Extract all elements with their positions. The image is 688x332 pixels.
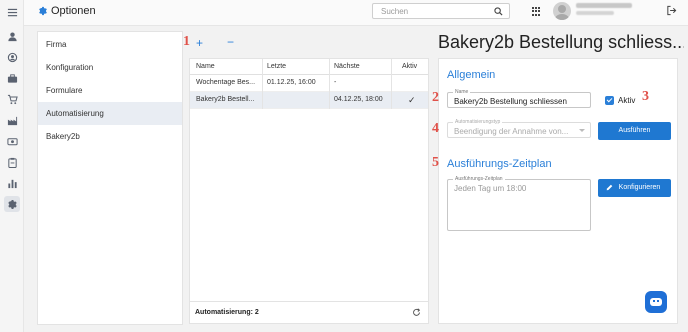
chatbot-icon[interactable] xyxy=(645,291,667,313)
cell-next: 04.12.25, 18:00 xyxy=(334,96,383,103)
user-company-blurred xyxy=(576,11,614,15)
option-automatisierung[interactable]: Automatisierung xyxy=(38,102,182,125)
annotation-marker-5: 5 xyxy=(432,155,439,170)
column-header-active[interactable]: Aktiv xyxy=(398,59,428,75)
cell-name: Wochentage Bes... xyxy=(196,79,256,86)
top-bar: Optionen xyxy=(24,0,688,26)
pencil-icon xyxy=(606,184,613,191)
left-rail xyxy=(0,0,24,332)
briefcase-icon[interactable] xyxy=(6,72,18,84)
section-schedule: Ausführungs-Zeitplan xyxy=(447,158,552,170)
remove-button[interactable]: − xyxy=(227,36,234,48)
factory-icon[interactable] xyxy=(6,114,18,126)
table-row[interactable]: Wochentage Bes... 01.12.25, 16:00 - xyxy=(190,75,428,92)
options-list: Firma Konfiguration Formulare Automatisi… xyxy=(37,31,183,325)
refresh-icon[interactable] xyxy=(412,308,421,317)
cell-active xyxy=(404,75,428,91)
active-checkbox[interactable] xyxy=(605,96,614,105)
column-divider xyxy=(391,59,392,109)
app-title: Optionen xyxy=(51,5,96,17)
bar-chart-icon[interactable] xyxy=(6,177,18,189)
annotation-marker-4: 4 xyxy=(432,121,439,136)
add-button[interactable]: + xyxy=(196,37,203,49)
automation-type-value: Beendigung der Annahme von... xyxy=(454,127,569,136)
cart-icon[interactable] xyxy=(6,93,18,105)
column-header-last[interactable]: Letzte xyxy=(263,59,329,75)
cash-icon[interactable] xyxy=(6,135,18,147)
search-box[interactable] xyxy=(372,3,510,19)
search-icon[interactable] xyxy=(494,7,503,16)
section-general: Allgemein xyxy=(447,69,496,81)
annotation-marker-2: 2 xyxy=(432,90,439,105)
page-title: Bakery2b Bestellung schliess... xyxy=(438,32,684,52)
cell-next: - xyxy=(334,79,337,86)
active-label: Aktiv xyxy=(618,96,636,105)
configure-label: Konfigurieren xyxy=(618,184,661,191)
user-name-blurred xyxy=(576,3,632,8)
name-label: Name xyxy=(453,89,471,95)
column-header-name[interactable]: Name xyxy=(192,59,262,75)
name-value[interactable]: Bakery2b Bestellung schliessen xyxy=(454,97,567,106)
configure-button[interactable]: Konfigurieren xyxy=(598,179,671,197)
automation-type-select: Automatisierungstyp Beendigung der Annah… xyxy=(447,119,591,138)
option-firma[interactable]: Firma xyxy=(38,33,182,56)
run-button[interactable]: Ausführen xyxy=(598,122,671,140)
user-icon[interactable] xyxy=(6,30,18,42)
clipboard-icon[interactable] xyxy=(6,156,18,168)
annotation-marker-3: 3 xyxy=(642,89,649,104)
logout-icon[interactable] xyxy=(666,5,677,16)
check-icon: ✓ xyxy=(408,95,416,105)
automation-grid: Name Letzte Nächste Aktiv Wochentage Bes… xyxy=(189,58,429,324)
menu-icon[interactable] xyxy=(6,6,18,18)
annotation-marker-1: 1 xyxy=(183,34,190,49)
schedule-label: Ausführungs-Zeitplan xyxy=(453,176,505,182)
option-bakery2b[interactable]: Bakery2b xyxy=(38,125,182,148)
grid-footer: Automatisierung: 2 xyxy=(190,301,428,323)
chevron-down-icon xyxy=(579,129,585,132)
automation-type-label: Automatisierungstyp xyxy=(453,119,503,125)
schedule-field[interactable]: Ausführungs-Zeitplan Jeden Tag um 18:00 xyxy=(447,176,591,231)
column-header-next[interactable]: Nächste xyxy=(330,59,390,75)
gear-icon xyxy=(38,6,48,16)
name-field[interactable]: Name Bakery2b Bestellung schliessen xyxy=(447,89,591,108)
column-divider xyxy=(262,59,263,109)
cell-last xyxy=(263,92,329,108)
option-formulare[interactable]: Formulare xyxy=(38,79,182,102)
user-settings-icon[interactable] xyxy=(6,51,18,63)
avatar[interactable] xyxy=(553,2,571,20)
option-konfiguration[interactable]: Konfiguration xyxy=(38,56,182,79)
column-divider xyxy=(329,59,330,109)
table-row[interactable]: Bakery2b Bestell... 04.12.25, 18:00 ✓ xyxy=(190,92,428,109)
apps-grid-icon[interactable] xyxy=(532,7,541,16)
schedule-value: Jeden Tag um 18:00 xyxy=(454,184,527,193)
cell-name: Bakery2b Bestell... xyxy=(196,96,255,103)
search-input[interactable] xyxy=(381,7,481,16)
record-count: Automatisierung: 2 xyxy=(195,309,259,316)
grid-header: Name Letzte Nächste Aktiv xyxy=(190,59,428,75)
cell-last: 01.12.25, 16:00 xyxy=(267,79,316,86)
settings-icon[interactable] xyxy=(4,196,20,212)
